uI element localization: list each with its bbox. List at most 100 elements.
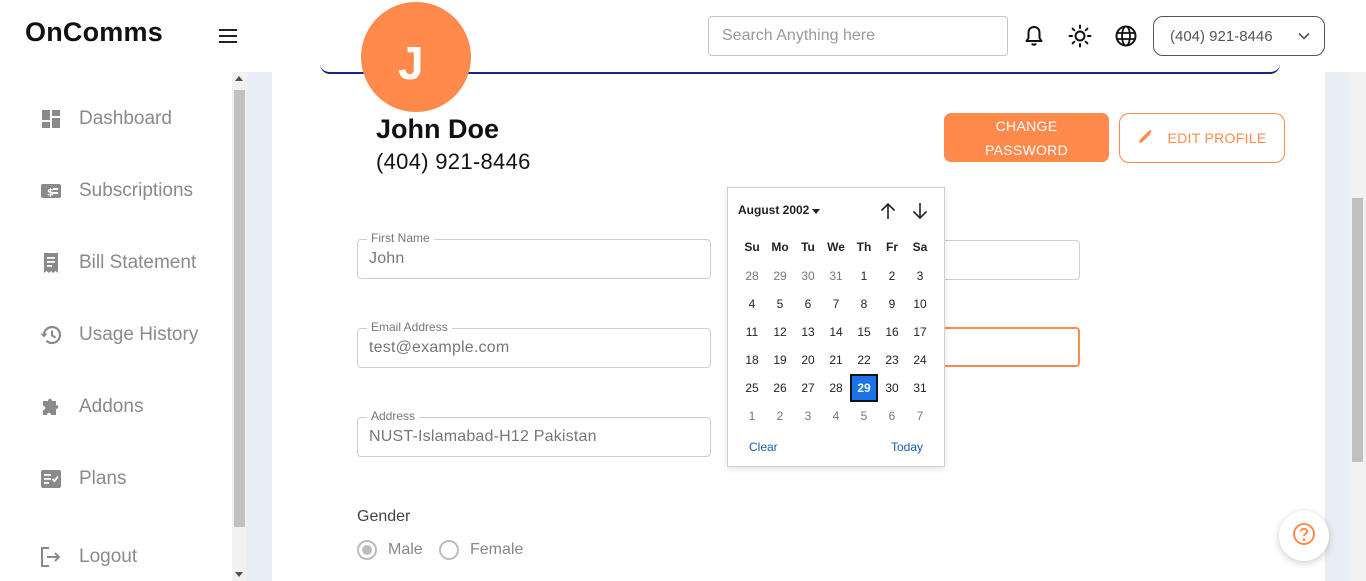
caret-down-icon xyxy=(812,203,821,217)
calendar-day[interactable]: 12 xyxy=(766,318,794,346)
calendar-day[interactable]: 5 xyxy=(850,402,878,430)
calendar-day[interactable]: 20 xyxy=(794,346,822,374)
weekday-label: Sa xyxy=(912,240,928,254)
calendar-day[interactable]: 22 xyxy=(850,346,878,374)
calendar-day[interactable]: 2 xyxy=(766,402,794,430)
calendar-day[interactable]: 4 xyxy=(822,402,850,430)
calendar-day[interactable]: 23 xyxy=(878,346,906,374)
calendar-day[interactable]: 13 xyxy=(794,318,822,346)
weekday-label: Fr xyxy=(886,240,898,254)
sidebar-scrollbar[interactable] xyxy=(232,72,247,581)
calendar-day[interactable]: 14 xyxy=(822,318,850,346)
calendar-day[interactable]: 4 xyxy=(738,290,766,318)
calendar-day[interactable]: 25 xyxy=(738,374,766,402)
calendar-day[interactable]: 16 xyxy=(878,318,906,346)
scroll-up-icon[interactable] xyxy=(235,76,243,81)
sidebar-item-bill-statement[interactable]: Bill Statement xyxy=(40,248,196,278)
dashboard-icon xyxy=(40,108,62,130)
sidebar-item-logout[interactable]: Logout xyxy=(40,542,137,572)
help-button[interactable] xyxy=(1279,511,1329,561)
brand-logo[interactable]: OnComms xyxy=(25,17,163,48)
email-label: Email Address xyxy=(367,320,452,334)
calendar-day[interactable]: 17 xyxy=(906,318,934,346)
calendar-day[interactable]: 3 xyxy=(906,262,934,290)
calendar-week-row: 1234567 xyxy=(738,402,938,430)
clear-date-button[interactable]: Clear xyxy=(749,440,778,454)
email-field[interactable]: Email Address test@example.com xyxy=(357,320,711,368)
scroll-down-icon[interactable] xyxy=(235,572,243,577)
gender-radio-female[interactable]: Female xyxy=(439,540,523,560)
page-scroll-thumb[interactable] xyxy=(1352,198,1363,462)
calendar-day[interactable]: 6 xyxy=(878,402,906,430)
sidebar-item-label: Bill Statement xyxy=(79,252,197,273)
calendar-day[interactable]: 7 xyxy=(906,402,934,430)
logout-icon xyxy=(40,546,62,568)
calendar-day[interactable]: 27 xyxy=(794,374,822,402)
calendar-day[interactable]: 8 xyxy=(850,290,878,318)
phone-number-select[interactable]: (404) 921-8446 xyxy=(1153,16,1325,56)
today-button[interactable]: Today xyxy=(891,440,923,454)
calendar-day[interactable]: 28 xyxy=(738,262,766,290)
chevron-down-icon xyxy=(1298,32,1310,40)
page-scrollbar[interactable] xyxy=(1349,72,1366,581)
calendar-day[interactable]: 30 xyxy=(794,262,822,290)
calendar-day[interactable]: 10 xyxy=(906,290,934,318)
bell-icon[interactable] xyxy=(1022,24,1046,48)
address-value: NUST-Islamabad-H12 Pakistan xyxy=(369,428,597,445)
calendar-day[interactable]: 15 xyxy=(850,318,878,346)
calendar-week-row: 18 19 20 21 22 23 24 xyxy=(738,346,938,374)
arrow-down-icon[interactable] xyxy=(910,201,930,221)
calendar-day[interactable]: 6 xyxy=(794,290,822,318)
phone-select-value: (404) 921-8446 xyxy=(1170,27,1273,45)
globe-icon[interactable] xyxy=(1114,24,1138,48)
calendar-day[interactable]: 24 xyxy=(906,346,934,374)
sidebar-scroll-thumb[interactable] xyxy=(234,90,245,527)
calendar-day[interactable]: 18 xyxy=(738,346,766,374)
change-password-button[interactable]: CHANGE PASSWORD xyxy=(944,113,1109,162)
calendar-day[interactable]: 5 xyxy=(766,290,794,318)
calendar-day[interactable]: 11 xyxy=(738,318,766,346)
change-password-label-line1: CHANGE xyxy=(995,117,1058,134)
top-bar: OnComms (404) 921-8446 xyxy=(0,0,1366,72)
address-field[interactable]: Address NUST-Islamabad-H12 Pakistan xyxy=(357,409,711,457)
avatar-letter: J xyxy=(398,37,424,89)
calendar-day[interactable]: 9 xyxy=(878,290,906,318)
calendar-day-selected[interactable]: 29 xyxy=(850,374,878,402)
calendar-day[interactable]: 3 xyxy=(794,402,822,430)
edit-profile-label: EDIT PROFILE xyxy=(1167,130,1267,146)
calendar-day[interactable]: 30 xyxy=(878,374,906,402)
subscriptions-icon: $ xyxy=(40,180,62,202)
search-input[interactable] xyxy=(708,16,1008,56)
weekday-header: Su Mo Tu We Th Fr Sa xyxy=(738,234,938,262)
month-year-selector[interactable]: August 2002 xyxy=(738,203,821,217)
date-of-birth-field[interactable] xyxy=(930,327,1080,367)
calendar-day[interactable]: 28 xyxy=(822,374,850,402)
calendar-day[interactable]: 7 xyxy=(822,290,850,318)
calendar-day[interactable]: 2 xyxy=(878,262,906,290)
calendar-day[interactable]: 26 xyxy=(766,374,794,402)
calendar-day[interactable]: 1 xyxy=(738,402,766,430)
first-name-field[interactable]: First Name John xyxy=(357,231,711,279)
calendar-day[interactable]: 31 xyxy=(906,374,934,402)
calendar-day[interactable]: 19 xyxy=(766,346,794,374)
calendar-day[interactable]: 21 xyxy=(822,346,850,374)
sun-icon[interactable] xyxy=(1068,24,1092,48)
svg-text:$: $ xyxy=(47,188,54,199)
last-name-field[interactable] xyxy=(930,240,1080,280)
calendar-day[interactable]: 29 xyxy=(766,262,794,290)
calendar-day[interactable]: 1 xyxy=(850,262,878,290)
menu-icon[interactable] xyxy=(216,26,240,46)
sidebar-item-usage-history[interactable]: Usage History xyxy=(40,320,198,350)
user-phone: (404) 921-8446 xyxy=(376,149,531,174)
calendar-day[interactable]: 31 xyxy=(822,262,850,290)
edit-profile-button[interactable]: EDIT PROFILE xyxy=(1119,113,1285,163)
first-name-label: First Name xyxy=(367,231,434,245)
address-label: Address xyxy=(367,409,420,423)
puzzle-icon xyxy=(40,396,62,418)
sidebar-item-plans[interactable]: Plans xyxy=(40,464,127,494)
gender-radio-male[interactable]: Male xyxy=(357,540,423,560)
sidebar-item-subscriptions[interactable]: $ Subscriptions xyxy=(40,176,193,206)
sidebar-item-dashboard[interactable]: Dashboard xyxy=(40,104,172,134)
arrow-up-icon[interactable] xyxy=(878,201,898,221)
sidebar-item-addons[interactable]: Addons xyxy=(40,392,143,422)
